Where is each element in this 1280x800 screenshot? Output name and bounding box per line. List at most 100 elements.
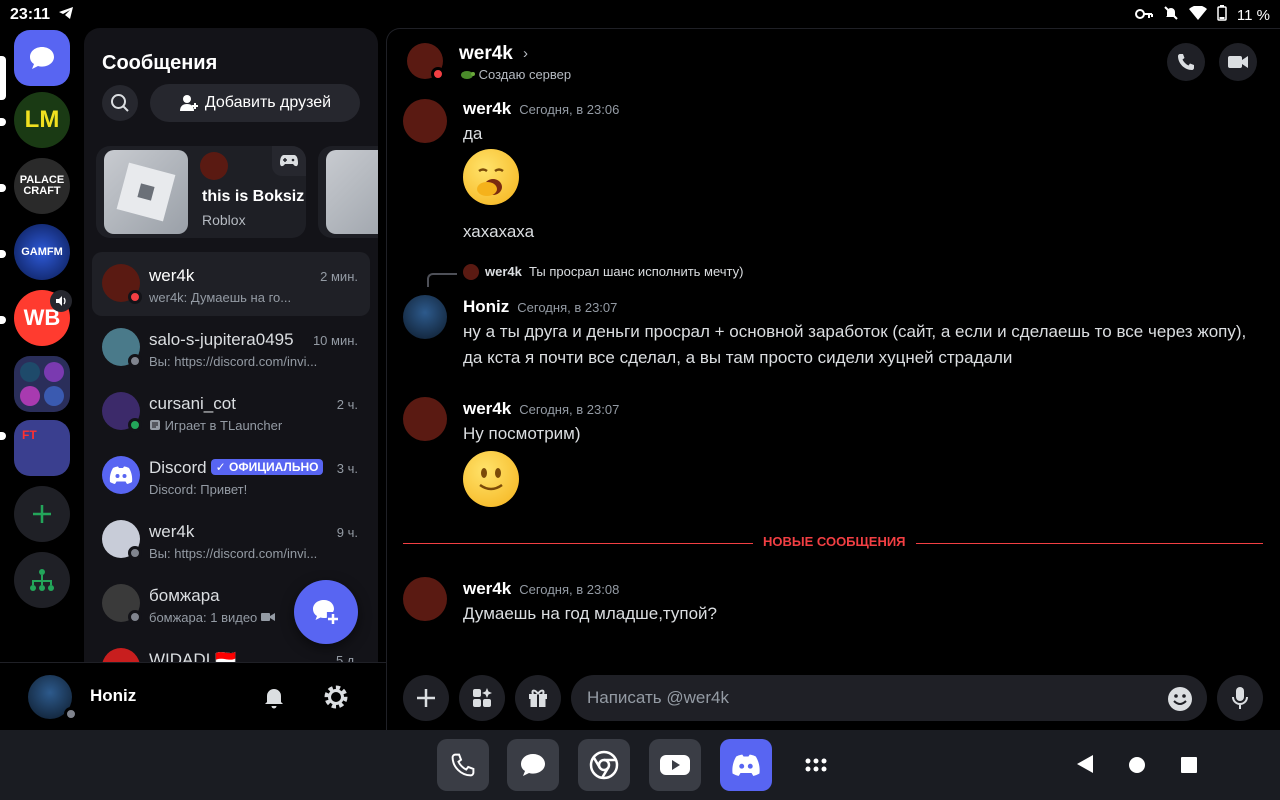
avatar[interactable] xyxy=(403,577,447,621)
dm-name: Discord ✓ ОФИЦИАЛЬНО xyxy=(149,458,324,478)
avatar xyxy=(102,648,140,662)
server-palace-craft[interactable]: PALACE CRAFT xyxy=(14,158,70,214)
activity-card[interactable]: this is Boksiz Roblox xyxy=(96,146,306,238)
recents-button[interactable] xyxy=(1180,756,1198,779)
yawning-face-emoji xyxy=(463,149,519,205)
app-icon xyxy=(150,420,160,430)
status-indicator xyxy=(128,546,142,560)
attach-button[interactable] xyxy=(403,675,449,721)
server-lm[interactable]: LM xyxy=(14,92,70,148)
dm-preview: Вы: https://discord.com/invi... xyxy=(149,354,318,369)
active-now-row: this is Boksiz Roblox xyxy=(96,146,378,238)
dm-item[interactable]: wer4k 9 ч. Вы: https://discord.com/invi.… xyxy=(92,508,370,572)
status-indicator xyxy=(64,707,78,721)
dm-time: 10 мин. xyxy=(312,333,358,348)
server-gamfm[interactable]: GAMFM xyxy=(14,224,70,280)
settings-button[interactable] xyxy=(322,683,350,716)
chat-title[interactable]: wer4k xyxy=(459,43,513,65)
message-text: хахахаха xyxy=(463,222,535,241)
telegram-icon xyxy=(58,6,74,25)
message-text: да xyxy=(463,124,483,143)
gamepad-icon xyxy=(272,146,306,176)
message-author[interactable]: Honiz Сегодня, в 23:07 xyxy=(463,297,617,317)
add-server-button[interactable] xyxy=(14,486,70,542)
dm-item[interactable]: wer4k 2 мин. wer4k: Думаешь на го... xyxy=(92,252,370,316)
search-button[interactable] xyxy=(102,85,138,121)
system-nav-bar xyxy=(0,730,1280,800)
message-author[interactable]: wer4k Сегодня, в 23:07 xyxy=(463,399,619,419)
messages-app-icon[interactable] xyxy=(507,739,559,791)
username: Honiz xyxy=(90,686,137,705)
dm-name: salo-s-jupitera0495 xyxy=(149,330,294,349)
status-indicator xyxy=(128,290,142,304)
user-bar: Honiz xyxy=(0,662,386,730)
dm-preview: Играет в TLauncher xyxy=(149,418,319,433)
dm-time: 2 ч. xyxy=(336,397,358,412)
server-folder[interactable] xyxy=(14,356,70,412)
message-author[interactable]: wer4k Сегодня, в 23:06 xyxy=(463,99,619,119)
roblox-icon xyxy=(326,150,378,234)
add-friends-button[interactable]: Добавить друзей xyxy=(150,84,360,122)
emoji-button[interactable] xyxy=(1167,686,1193,717)
home-button[interactable] xyxy=(1128,756,1146,779)
chat-panel: wer4k › Создаю сервер wer4k Сегодня, в 23… xyxy=(386,28,1280,730)
video-icon xyxy=(260,613,275,621)
server-folder-ft[interactable]: FT xyxy=(14,420,70,476)
status-bar: 23:11 11 % xyxy=(0,0,1280,30)
status-indicator xyxy=(128,418,142,432)
microphone-icon xyxy=(1232,687,1248,709)
message-input[interactable] xyxy=(571,675,1207,721)
bell-icon xyxy=(265,689,283,709)
app-drawer-icon[interactable] xyxy=(790,739,842,791)
message-composer xyxy=(387,663,1280,731)
plus-icon xyxy=(33,505,51,523)
youtube-app-icon[interactable] xyxy=(649,739,701,791)
chat-bubble-icon xyxy=(30,47,54,69)
message-text: Думаешь на год младше,тупой? xyxy=(463,604,718,623)
message-text: ну а ты друга и деньги просрал + основно… xyxy=(463,322,1247,367)
dm-panel: Сообщения Добавить друзей this is Boksiz… xyxy=(84,28,378,662)
dm-item[interactable]: salo-s-jupitera0495 10 мин. Вы: https://… xyxy=(92,316,370,380)
dm-item[interactable]: cursani_cot 2 ч. Играет в TLauncher xyxy=(92,380,370,444)
gear-icon xyxy=(324,685,348,709)
custom-status: Создаю сервер xyxy=(459,67,571,82)
roblox-icon xyxy=(104,150,188,234)
search-icon xyxy=(111,94,129,112)
activity-card[interactable] xyxy=(318,146,378,238)
battery-icon xyxy=(1217,5,1227,25)
bell-off-icon xyxy=(1163,5,1179,25)
gift-icon xyxy=(529,689,547,707)
back-button[interactable] xyxy=(1076,754,1094,779)
discover-button[interactable] xyxy=(14,552,70,608)
avatar[interactable] xyxy=(403,397,447,441)
gift-button[interactable] xyxy=(515,675,561,721)
dm-item[interactable]: Discord ✓ ОФИЦИАЛЬНО 3 ч. Discord: Привет… xyxy=(92,444,370,508)
smiley-icon xyxy=(1168,687,1192,711)
message-text: Ну посмотрим) xyxy=(463,424,581,443)
new-message-button[interactable] xyxy=(294,580,358,644)
avatar[interactable] xyxy=(403,295,447,339)
voice-call-button[interactable] xyxy=(1167,43,1205,81)
phone-icon xyxy=(1178,54,1194,70)
voice-message-button[interactable] xyxy=(1217,675,1263,721)
dm-name: бомжара xyxy=(149,586,220,605)
video-camera-icon xyxy=(1228,56,1248,68)
dm-home-button[interactable] xyxy=(14,30,70,86)
notifications-button[interactable] xyxy=(262,685,286,714)
avatar[interactable] xyxy=(403,99,447,143)
chevron-right-icon: › xyxy=(523,45,528,62)
clock: 23:11 xyxy=(10,6,51,23)
phone-app-icon[interactable] xyxy=(437,739,489,791)
dm-time: 3 ч. xyxy=(336,461,358,476)
discord-app-icon[interactable] xyxy=(720,739,772,791)
message-author[interactable]: wer4k Сегодня, в 23:08 xyxy=(463,579,619,599)
apps-button[interactable] xyxy=(459,675,505,721)
dm-name: wer4k xyxy=(149,266,195,285)
dm-time: 2 мин. xyxy=(320,269,358,284)
video-call-button[interactable] xyxy=(1219,43,1257,81)
dm-preview: wer4k: Думаешь на го... xyxy=(149,290,292,305)
key-icon xyxy=(1134,7,1153,24)
battery-percent: 11 % xyxy=(1236,6,1270,24)
chrome-app-icon[interactable] xyxy=(578,739,630,791)
dm-preview: Вы: https://discord.com/invi... xyxy=(149,546,318,561)
